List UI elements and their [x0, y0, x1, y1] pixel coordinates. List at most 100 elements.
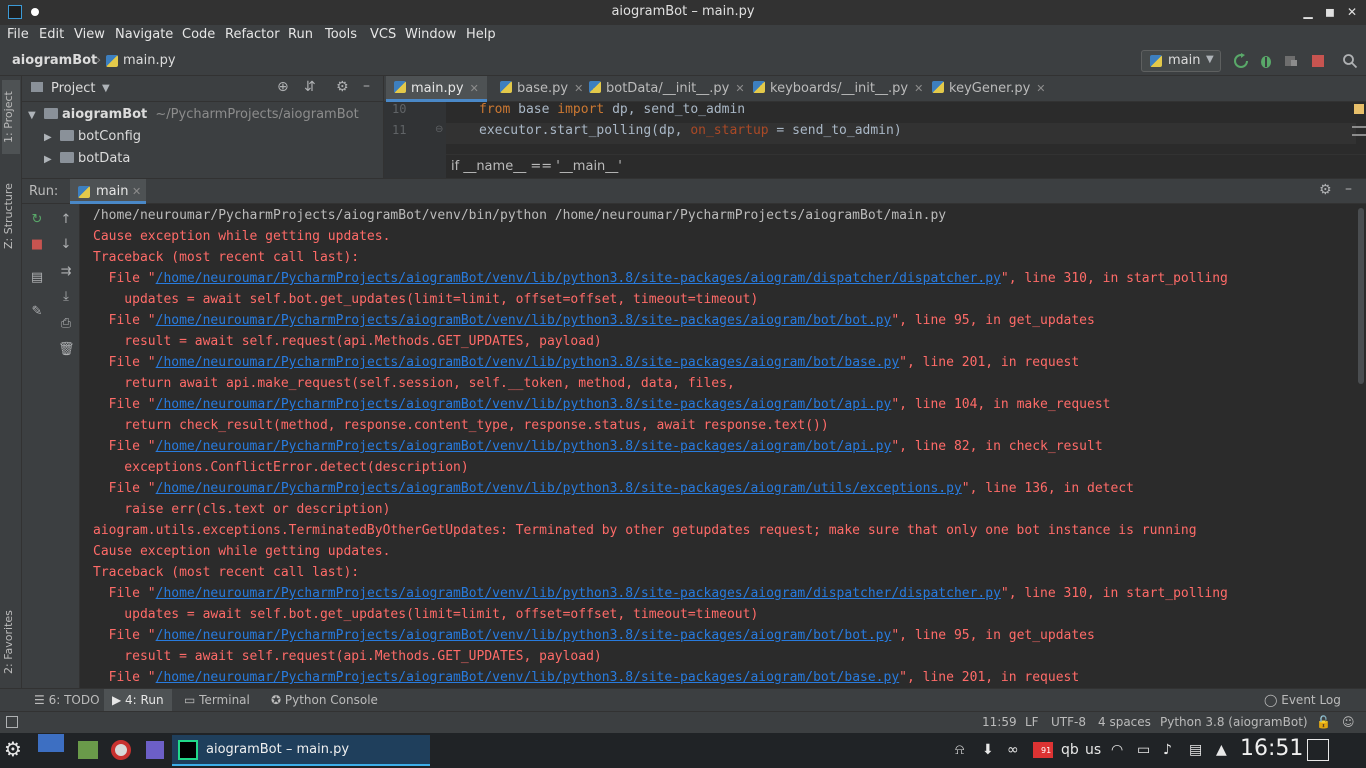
tab-base-py[interactable]: base.py ✕ — [492, 76, 591, 102]
pin-icon[interactable]: ✎ — [29, 304, 45, 320]
print-icon[interactable]: ⎙ — [58, 316, 74, 332]
rerun-icon[interactable] — [1233, 53, 1249, 69]
tab-main-py[interactable]: main.py ✕ — [386, 76, 487, 102]
tool-tab-project[interactable]: 1: Project — [2, 80, 20, 154]
breadcrumb-file[interactable]: main.py — [123, 53, 176, 68]
notifications-icon[interactable]: ☺ — [1342, 715, 1355, 729]
run-tab-main[interactable]: main ✕ — [70, 179, 146, 204]
volume-icon[interactable]: ♪ — [1163, 742, 1172, 758]
menu-edit[interactable]: Edit — [39, 27, 64, 42]
search-icon[interactable] — [1342, 53, 1358, 69]
battery-alert-icon[interactable]: 91 — [1033, 742, 1053, 758]
tab-botdata-init-py[interactable]: botData/__init__.py ✕ — [581, 76, 753, 102]
tree-item-botdata[interactable]: ▶ botData — [44, 151, 130, 166]
console-scrollbar[interactable] — [1356, 204, 1366, 688]
run-config-dropdown[interactable]: main ▼ — [1141, 50, 1221, 72]
file-link[interactable]: /home/neuroumar/PycharmProjects/aiogramB… — [156, 397, 892, 412]
tool-tab-terminal[interactable]: ▭ Terminal — [184, 693, 250, 707]
maximize-icon[interactable]: ◼ — [1322, 4, 1338, 20]
python-interpreter[interactable]: Python 3.8 (aiogramBot) — [1160, 715, 1308, 729]
tool-tab-structure[interactable]: Z: Structure — [2, 170, 20, 262]
browser-icon[interactable] — [111, 740, 131, 760]
indent-setting[interactable]: 4 spaces — [1098, 715, 1151, 729]
rerun-icon[interactable]: ↻ — [29, 212, 45, 228]
gear-icon[interactable]: ⚙ — [336, 79, 349, 95]
tab-keyboards-init-py[interactable]: keyboards/__init__.py ✕ — [745, 76, 931, 102]
battery-icon[interactable]: ▭ — [1137, 742, 1150, 758]
tray-expand-icon[interactable]: ▲ — [1216, 742, 1227, 758]
code-line-11[interactable]: executor.start_polling(dp, on_startup = … — [479, 123, 902, 138]
tool-tab-favorites[interactable]: 2: Favorites — [2, 596, 20, 688]
minimize-icon[interactable]: ▁ — [1300, 4, 1316, 20]
keyboard-layout[interactable]: us — [1085, 742, 1101, 758]
file-link[interactable]: /home/neuroumar/PycharmProjects/aiogramB… — [156, 271, 1001, 286]
tool-tab-todo[interactable]: ☰ 6: TODO — [34, 693, 100, 707]
clipboard-icon[interactable]: ▤ — [1189, 742, 1202, 758]
project-panel-title[interactable]: Project — [51, 81, 95, 96]
menu-help[interactable]: Help — [466, 27, 496, 42]
file-link[interactable]: /home/neuroumar/PycharmProjects/aiogramB… — [156, 481, 962, 496]
tool-tab-event-log[interactable]: ◯ Event Log — [1264, 693, 1341, 707]
tree-item-botconfig[interactable]: ▶ botConfig — [44, 129, 141, 144]
code-line-10[interactable]: from base import dp, send_to_admin — [479, 102, 745, 117]
stop-icon[interactable] — [1310, 53, 1326, 69]
menu-refactor[interactable]: Refactor — [225, 27, 280, 42]
stop-icon[interactable]: ■ — [29, 237, 45, 253]
toggle-tool-windows-icon[interactable] — [6, 716, 18, 728]
file-link[interactable]: /home/neuroumar/PycharmProjects/aiogramB… — [156, 670, 900, 685]
menu-vcs[interactable]: VCS — [370, 27, 396, 42]
terminal-app-icon[interactable] — [146, 741, 164, 759]
close-tab-icon[interactable]: ✕ — [470, 82, 479, 95]
hide-panel-icon[interactable]: – — [363, 78, 370, 94]
arrow-down-icon[interactable]: ↓ — [58, 237, 74, 253]
taskbar-window-pycharm[interactable]: aiogramBot – main.py — [172, 735, 430, 766]
menu-file[interactable]: File — [7, 27, 29, 42]
menu-tools[interactable]: Tools — [325, 27, 357, 42]
scrollbar-thumb[interactable] — [1358, 208, 1364, 384]
locate-file-icon[interactable]: ⊕ — [277, 79, 289, 95]
collapse-all-icon[interactable]: ⇵ — [304, 79, 316, 95]
scroll-to-end-icon[interactable]: ⤓ — [58, 289, 74, 305]
menu-code[interactable]: Code — [182, 27, 215, 42]
layout-icon[interactable]: ▤ — [29, 270, 45, 286]
trash-icon[interactable]: 🗑 — [58, 342, 75, 358]
tab-keygener-py[interactable]: keyGener.py ✕ — [924, 76, 1054, 102]
breadcrumb-project[interactable]: aiogramBot — [12, 53, 97, 68]
file-link[interactable]: /home/neuroumar/PycharmProjects/aiogramB… — [156, 628, 892, 643]
menu-window[interactable]: Window — [405, 27, 456, 42]
menu-navigate[interactable]: Navigate — [115, 27, 173, 42]
kali-menu-icon[interactable]: ⚙ — [4, 737, 22, 761]
fold-marker-icon[interactable]: ⊖ — [435, 124, 443, 135]
close-tab-icon[interactable]: ✕ — [735, 82, 744, 95]
gear-icon[interactable]: ⚙ — [1319, 182, 1332, 198]
tool-tab-run[interactable]: ▶ 4: Run — [104, 689, 172, 711]
wifi-icon[interactable]: ◠ — [1111, 742, 1123, 758]
file-link[interactable]: /home/neuroumar/PycharmProjects/aiogramB… — [156, 439, 892, 454]
show-desktop-icon[interactable] — [1307, 739, 1329, 761]
file-link[interactable]: /home/neuroumar/PycharmProjects/aiogramB… — [156, 586, 1001, 601]
input-method-icon[interactable]: qb — [1061, 742, 1079, 758]
run-console-output[interactable]: /home/neuroumar/PycharmProjects/aiogramB… — [81, 204, 1356, 688]
desktop-pager-icon[interactable] — [38, 734, 64, 752]
arrow-up-icon[interactable]: ↑ — [58, 212, 74, 228]
hide-panel-icon[interactable]: – — [1345, 181, 1352, 197]
caret-position[interactable]: 11:59 — [982, 715, 1017, 729]
file-manager-icon[interactable] — [78, 741, 98, 759]
close-tab-icon[interactable]: ✕ — [1036, 82, 1045, 95]
line-separator[interactable]: LF — [1025, 715, 1039, 729]
file-link[interactable]: /home/neuroumar/PycharmProjects/aiogramB… — [156, 355, 900, 370]
menu-run[interactable]: Run — [288, 27, 313, 42]
download-icon[interactable]: ⬇ — [982, 742, 994, 758]
inspection-warning-icon[interactable] — [1354, 104, 1364, 114]
file-encoding[interactable]: UTF-8 — [1051, 715, 1086, 729]
code-breadcrumb[interactable]: if __name__ == '__main__' — [451, 159, 622, 174]
clock[interactable]: 16:51 — [1240, 736, 1303, 761]
soft-wrap-icon[interactable]: ⇉ — [58, 264, 74, 280]
menu-view[interactable]: View — [74, 27, 105, 42]
project-view-chevron-icon[interactable]: ▼ — [102, 83, 110, 94]
file-link[interactable]: /home/neuroumar/PycharmProjects/aiogramB… — [156, 313, 892, 328]
kde-connect-icon[interactable]: ∞ — [1007, 742, 1019, 758]
tool-tab-python-console[interactable]: ✪ Python Console — [271, 693, 378, 707]
notification-bell-icon[interactable]: ⍾ — [955, 742, 964, 758]
debug-icon[interactable] — [1258, 53, 1274, 69]
